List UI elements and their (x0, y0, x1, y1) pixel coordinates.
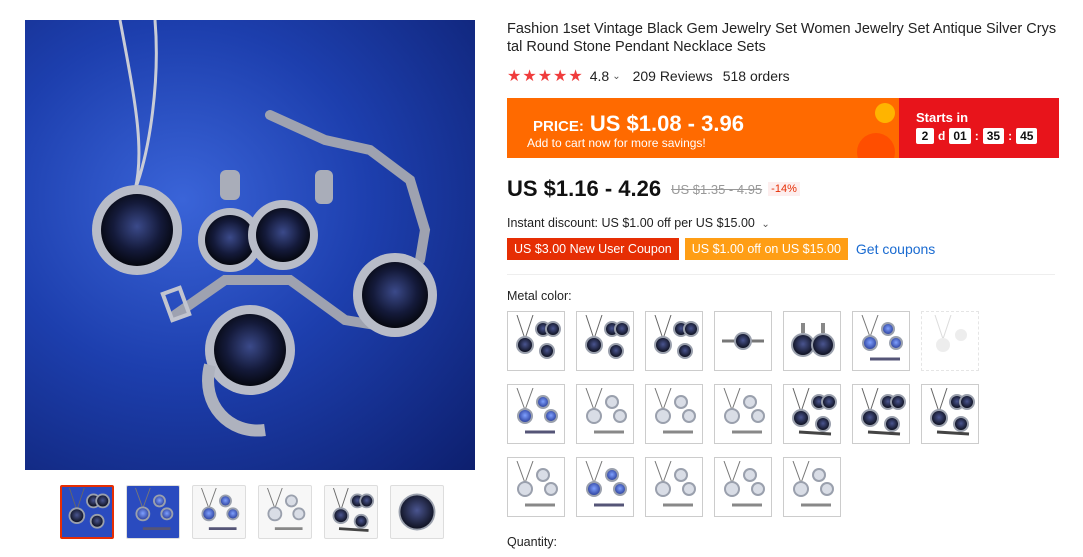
chevron-down-icon[interactable]: ⌄ (612, 71, 620, 82)
jewelry-variant-image (861, 388, 906, 436)
instant-discount[interactable]: Instant discount: US $1.00 off per US $1… (507, 216, 1059, 230)
metal-color-option[interactable] (921, 384, 979, 444)
jewelry-variant-image (861, 315, 903, 361)
jewelry-variant-image (516, 388, 558, 434)
new-user-coupon[interactable]: US $3.00 New User Coupon (507, 238, 679, 260)
jewelry-set-photo (92, 20, 437, 437)
promo-banner: PRICE: US $1.08 - 3.96 Add to cart now f… (507, 98, 1059, 158)
gallery-thumbnail[interactable] (324, 485, 378, 539)
orders-count: 518 orders (722, 68, 790, 84)
product-title: Fashion 1set Vintage Black Gem Jewelry S… (507, 21, 1057, 55)
days-unit: d (938, 129, 946, 143)
jewelry-variant-image (516, 315, 561, 359)
thumbnail-image (135, 488, 174, 530)
rating-stars: ★★★★★ (507, 68, 584, 85)
store-coupon[interactable]: US $1.00 off on US $15.00 (684, 238, 848, 260)
jewelry-variant-image (722, 332, 764, 350)
promo-price-range: US $1.08 - 3.96 (589, 111, 744, 136)
original-price: US $1.35 - 4.95 (671, 181, 763, 197)
metal-color-option[interactable] (576, 384, 634, 444)
jewelry-variant-image (934, 315, 967, 352)
metal-color-option[interactable] (576, 457, 634, 517)
jewelry-variant-image (930, 388, 975, 436)
gallery-thumbnail[interactable] (258, 485, 312, 539)
promo-subtext: Add to cart now for more savings! (527, 136, 706, 150)
jewelry-variant-image (792, 388, 837, 436)
promo-price-label: PRICE: (533, 118, 584, 135)
metal-color-option[interactable] (645, 384, 703, 444)
product-info: Fashion 1set Vintage Black Gem Jewelry S… (507, 20, 1059, 517)
jewelry-variant-image (516, 461, 558, 507)
metal-color-option[interactable] (852, 384, 910, 444)
jewelry-variant-image (723, 461, 765, 507)
metal-color-options (507, 311, 997, 517)
current-price: US $1.16 - 4.26 (507, 176, 662, 201)
rating-value[interactable]: 4.8 (590, 68, 609, 84)
gallery-thumbnail[interactable] (60, 485, 114, 539)
metal-color-option[interactable] (783, 384, 841, 444)
metal-color-option[interactable] (507, 311, 565, 371)
metal-color-option[interactable] (645, 457, 703, 517)
jewelry-variant-image (585, 315, 630, 359)
metal-color-label: Metal color: (507, 289, 572, 303)
price-row: US $1.16 - 4.26 US $1.35 - 4.95 -14% (507, 176, 1059, 202)
reviews-link[interactable]: 209 Reviews (633, 68, 713, 84)
gallery-thumbnail[interactable] (390, 485, 444, 539)
chevron-down-icon[interactable]: ⌄ (761, 219, 769, 230)
jewelry-variant-image (654, 461, 696, 507)
jewelry-variant-image (585, 461, 627, 507)
quantity-label: Quantity: (507, 535, 558, 549)
time-separator: : (1008, 129, 1013, 143)
rating-row: ★★★★★ 4.8 ⌄ 209 Reviews 518 orders (507, 66, 1059, 86)
metal-color-option[interactable] (576, 311, 634, 371)
time-separator: : (974, 129, 979, 143)
jewelry-variant-image (723, 388, 765, 434)
decorative-circle-red (857, 133, 895, 158)
countdown-days: 2 (916, 128, 934, 144)
metal-color-option[interactable] (852, 311, 910, 371)
thumbnail-image (201, 488, 240, 530)
jewelry-variant-image (792, 461, 834, 507)
jewelry-variant-image (585, 388, 627, 434)
discount-badge: -14% (768, 182, 800, 196)
jewelry-variant-image (654, 388, 696, 434)
instant-discount-text[interactable]: Instant discount: US $1.00 off per US $1… (507, 216, 755, 230)
metal-color-option[interactable] (714, 384, 772, 444)
thumbnail-image (398, 493, 436, 531)
metal-color-option[interactable] (507, 384, 565, 444)
countdown-timer: 2 d 01 : 35 : 45 (916, 128, 1059, 144)
thumbnail-strip (60, 485, 444, 539)
metal-color-option[interactable] (645, 311, 703, 371)
metal-color-option[interactable] (507, 457, 565, 517)
coupon-row: US $3.00 New User Coupon US $1.00 off on… (507, 238, 1059, 260)
countdown-hours: 01 (949, 128, 971, 144)
thumbnail-image (332, 488, 375, 532)
jewelry-variant-image (791, 323, 835, 357)
countdown-panel: Starts in 2 d 01 : 35 : 45 (899, 98, 1059, 158)
countdown-minutes: 35 (982, 128, 1005, 144)
metal-color-option[interactable] (783, 457, 841, 517)
promo-price: PRICE: US $1.08 - 3.96 (533, 111, 744, 137)
metal-color-option[interactable] (783, 311, 841, 371)
starts-in-label: Starts in (916, 110, 969, 125)
decorative-circle-yellow (875, 103, 895, 123)
metal-color-option[interactable] (921, 311, 979, 371)
jewelry-variant-image (654, 315, 699, 359)
metal-color-option[interactable] (714, 457, 772, 517)
countdown-seconds: 45 (1016, 128, 1038, 144)
thumbnail-image (267, 488, 306, 530)
metal-color-option[interactable] (714, 311, 772, 371)
gallery-thumbnail[interactable] (126, 485, 180, 539)
main-product-image[interactable] (25, 20, 475, 470)
gallery-thumbnail[interactable] (192, 485, 246, 539)
divider (507, 274, 1055, 275)
get-coupons-link[interactable]: Get coupons (856, 241, 935, 257)
thumbnail-image (68, 488, 111, 529)
